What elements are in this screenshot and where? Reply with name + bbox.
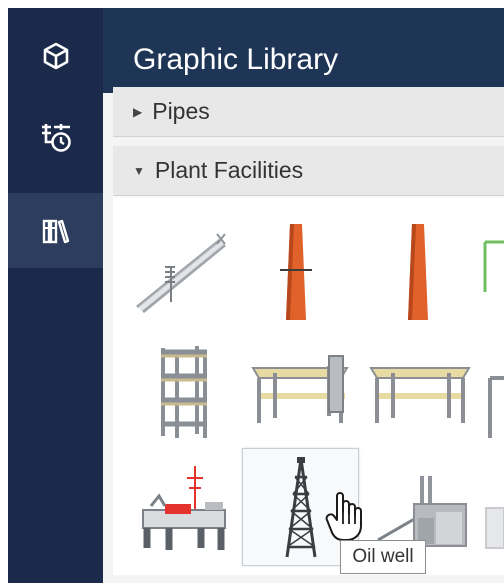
cube-icon: [41, 41, 71, 71]
library-icon: [41, 216, 71, 246]
library-item-chimney[interactable]: [362, 212, 474, 324]
graphic-library-window: Graphic Library ▶ Pipes ▼ Plant Faciliti…: [0, 0, 504, 583]
chevron-down-icon: ▼: [133, 163, 145, 178]
library-item-workbench[interactable]: [365, 338, 477, 450]
library-item-partial[interactable]: [480, 212, 504, 324]
rail-button-library[interactable]: [8, 193, 103, 268]
section-label-plant-facilities: Plant Facilities: [154, 157, 304, 183]
section-plant-facilities[interactable]: ▼ Plant Facilities: [113, 146, 504, 196]
library-item-partial[interactable]: [480, 338, 504, 450]
panel-title: Graphic Library: [133, 43, 339, 76]
hand-cursor-icon: [325, 490, 365, 547]
section-label-pipes: Pipes: [152, 98, 210, 124]
library-item-workbench[interactable]: [245, 338, 357, 450]
chevron-right-icon: ▶: [133, 104, 143, 119]
plant-timer-icon: [39, 121, 73, 155]
rail-button-cube[interactable]: [8, 18, 103, 93]
top-strip: [0, 0, 504, 8]
library-item-staircase[interactable]: [125, 212, 237, 324]
library-item-shelf-tower[interactable]: [125, 338, 237, 450]
section-pipes[interactable]: ▶ Pipes: [113, 87, 504, 137]
panel-header: Graphic Library: [103, 8, 504, 93]
library-item-partial[interactable]: [480, 448, 504, 560]
library-item-chimney[interactable]: [240, 212, 352, 324]
left-rail: [8, 8, 103, 583]
rail-button-plant[interactable]: [8, 100, 103, 175]
tooltip: Oil well: [340, 540, 426, 574]
library-item-offshore-platform[interactable]: [125, 448, 237, 560]
